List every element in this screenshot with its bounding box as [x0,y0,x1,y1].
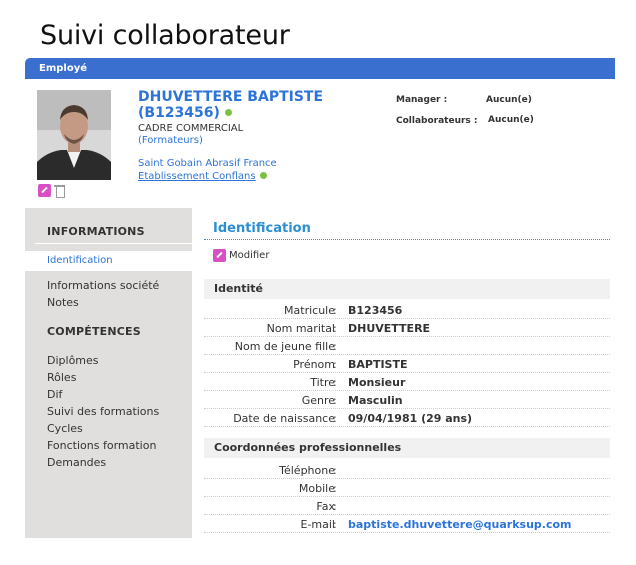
employee-company-link[interactable]: Saint Gobain Abrasif France [138,158,277,169]
field-colon: : [333,464,337,477]
employee-role: CADRE COMMERCIAL [138,123,244,134]
field-value: Masculin [348,394,403,407]
field-colon: : [333,340,337,353]
field-label: Titre [310,376,335,389]
field-colon: : [333,376,337,389]
collaborators-label: Collaborateurs : [396,116,478,126]
sidebar-heading-informations: INFORMATIONS [47,225,145,238]
field-value: BAPTISTE [348,358,408,371]
sidebar-item-identification-label[interactable]: Identification [47,255,113,266]
sidebar-item-suivi-formations[interactable]: Suivi des formations [47,405,159,418]
employee-site-text[interactable]: Etablissement Conflans [138,171,256,182]
field-colon: : [333,412,337,425]
pencil-edit-icon [213,249,226,262]
field-colon: : [333,500,337,513]
main-title-divider [204,239,610,240]
field-row: Genre: Masculin [204,391,610,409]
photo-tools [38,184,65,198]
field-row: Téléphone: [204,461,610,479]
field-colon: : [333,394,337,407]
field-label: Genre [301,394,335,407]
section-header-employe: Employé [25,58,615,79]
employee-photo [37,90,111,180]
field-row: Prénom: BAPTISTE [204,355,610,373]
field-label: E-mail [300,518,336,531]
field-colon: : [333,358,337,371]
field-value: Monsieur [348,376,406,389]
field-label: Téléphone [279,464,335,477]
collaborators-value: Aucun(e) [488,115,534,125]
field-row: Nom marital: DHUVETTERE [204,319,610,337]
field-row: Date de naissance:09/04/1981 (29 ans) [204,409,610,427]
sidebar-item-cycles[interactable]: Cycles [47,422,83,435]
employee-site-link[interactable]: Etablissement Conflans [138,171,267,182]
manager-value: Aucun(e) [486,95,532,105]
page-title: Suivi collaborateur [40,20,290,51]
sidebar-item-demandes[interactable]: Demandes [47,456,106,469]
status-dot-icon [259,172,267,179]
group-header-identite: Identité [204,279,610,299]
sidebar-item-informations-societe[interactable]: Informations société [47,279,159,292]
field-label: Prénom [293,358,335,371]
pencil-edit-icon[interactable] [38,184,51,197]
modify-button[interactable]: Modifier [213,249,269,262]
field-value: B123456 [348,304,403,317]
sidebar-item-fonctions-formation[interactable]: Fonctions formation [47,439,156,452]
modify-label[interactable]: Modifier [229,250,269,261]
field-colon: : [333,518,337,531]
field-label: Nom marital [266,322,335,335]
field-colon: : [333,482,337,495]
employee-role-group-link[interactable]: (Formateurs) [138,135,203,146]
group-header-coordonnees: Coordonnées professionnelles [204,438,610,458]
status-dot-icon [224,109,232,116]
field-colon: : [333,304,337,317]
field-row: Matricule: B123456 [204,301,610,319]
employee-id-text: (B123456) [138,105,220,121]
field-label: Date de naissance [233,412,335,425]
field-value: 09/04/1981 (29 ans) [348,412,473,425]
field-value[interactable]: baptiste.dhuvettere@quarksup.com [348,518,572,531]
main-title: Identification [213,221,311,236]
field-label: Matricule [284,304,335,317]
sidebar-heading-competences: COMPÉTENCES [47,325,141,338]
field-label: Nom de jeune fille [234,340,335,353]
employee-id: (B123456) [138,105,232,122]
field-label: Mobile [298,482,335,495]
field-row: Nom de jeune fille: [204,337,610,355]
field-row: Fax: [204,497,610,515]
field-row: Mobile: [204,479,610,497]
sidebar-item-diplomes[interactable]: Diplômes [47,354,99,367]
sidebar-item-notes[interactable]: Notes [47,296,79,309]
trash-icon[interactable] [54,184,65,198]
employee-name: DHUVETTERE BAPTISTE [138,89,324,105]
manager-label: Manager : [396,95,448,105]
field-row: Titre: Monsieur [204,373,610,391]
field-value: DHUVETTERE [348,322,431,335]
sidebar-item-roles[interactable]: Rôles [47,371,76,384]
field-colon: : [333,322,337,335]
field-row: E-mail: baptiste.dhuvettere@quarksup.com [204,515,610,533]
sidebar-item-dif[interactable]: Dif [47,388,62,401]
sidebar-separator [35,243,192,244]
